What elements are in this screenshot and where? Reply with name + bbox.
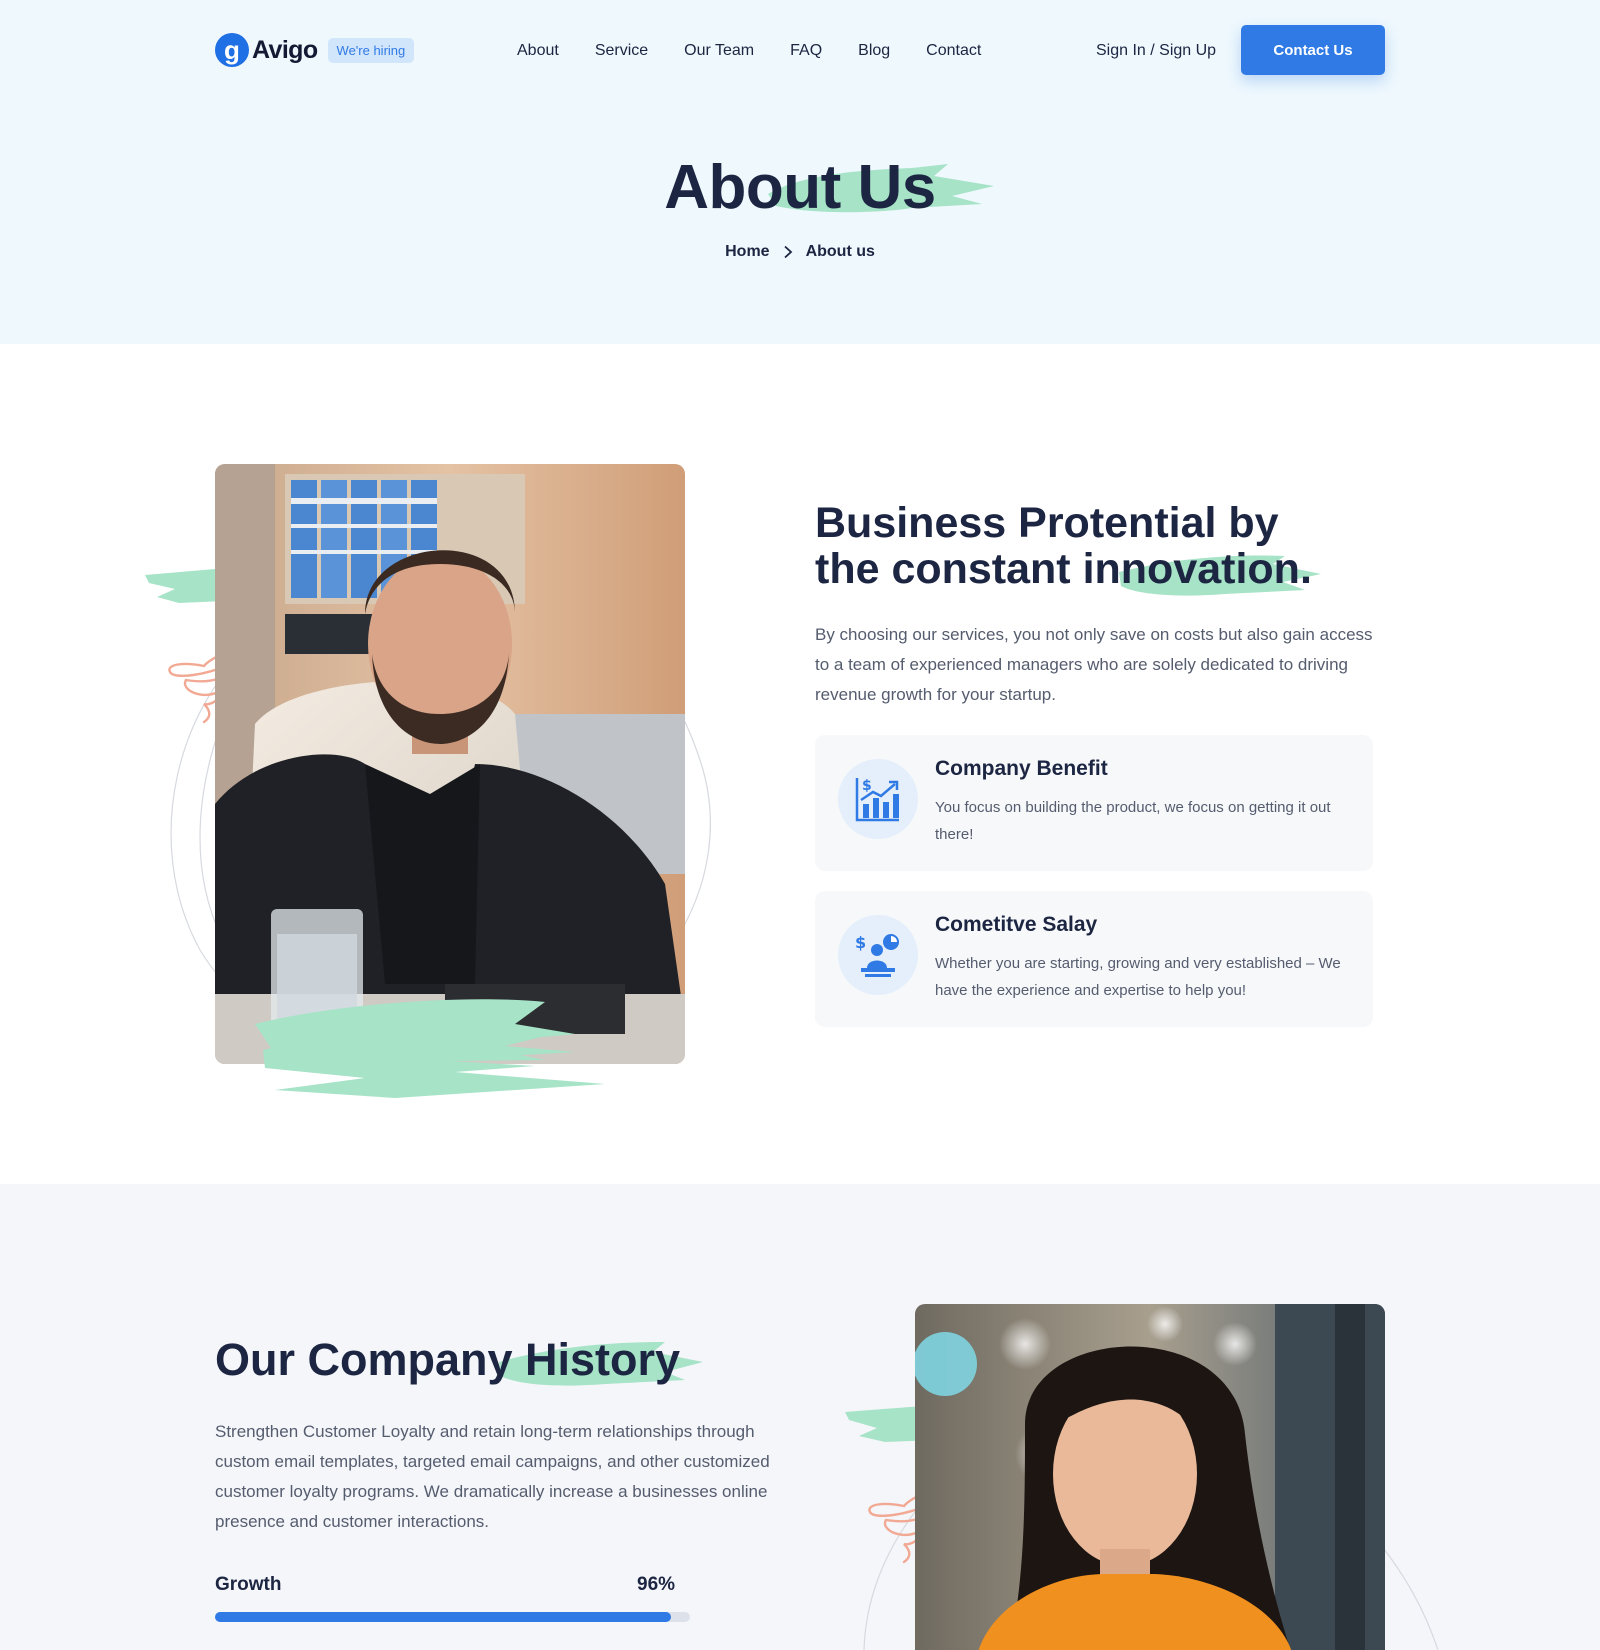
- benefit-card: $ Company Benefit You focus on building …: [815, 735, 1373, 871]
- salary-card: $ Cometitve Salay Whether you are starti…: [815, 891, 1373, 1027]
- about-description: By choosing our services, you not only s…: [815, 625, 1373, 704]
- nav-item-blog[interactable]: Blog: [858, 42, 890, 60]
- card-title: Cometitve Salay: [935, 913, 1098, 936]
- logo-name: Avigo: [252, 35, 318, 64]
- chevron-right-icon: [783, 245, 792, 259]
- about-photo: [215, 464, 685, 1064]
- nav-item-faq[interactable]: FAQ: [790, 42, 822, 60]
- growth-label: Growth: [215, 1574, 282, 1595]
- about-text-block: Business Protential by the constant inno…: [815, 500, 1375, 710]
- hiring-badge[interactable]: We're hiring: [327, 37, 415, 63]
- svg-text:$: $: [862, 778, 872, 794]
- brush-stroke-icon: [263, 1032, 605, 1098]
- breadcrumb-home[interactable]: Home: [725, 243, 769, 261]
- nav-item-contact[interactable]: Contact: [926, 42, 981, 60]
- brush-stroke-icon: [145, 569, 225, 603]
- contact-us-button[interactable]: Contact Us: [1241, 25, 1385, 75]
- nav-item-about[interactable]: About: [517, 42, 559, 60]
- about-heading-line2: the constant innovation.: [815, 545, 1312, 593]
- businessman-photo: [215, 464, 685, 1064]
- growth-value: 96%: [637, 1574, 676, 1595]
- card-text: Whether you are starting, growing and ve…: [935, 955, 1341, 999]
- hero-section: g Avigo We're hiring About Service Our T…: [0, 0, 1600, 344]
- card-text: You focus on building the product, we fo…: [935, 799, 1331, 843]
- signin-link[interactable]: Sign In / Sign Up: [1096, 42, 1216, 60]
- page-title: About Us: [664, 152, 995, 223]
- history-section: Our Company History Strengthen Customer …: [0, 1184, 1600, 1650]
- woman-photo: [915, 1304, 1385, 1650]
- about-heading: Business Protential by the constant inno…: [815, 499, 1375, 596]
- history-description: Strengthen Customer Loyalty and retain l…: [215, 1422, 770, 1531]
- breadcrumb-current: About us: [805, 243, 875, 260]
- nav-item-service[interactable]: Service: [595, 42, 648, 60]
- chart-growth-icon: $: [855, 778, 899, 822]
- history-photo: [915, 1304, 1385, 1650]
- logo[interactable]: g Avigo We're hiring: [215, 33, 415, 67]
- about-heading-line1: Business Protential by: [815, 499, 1279, 547]
- page-title-text: About Us: [664, 153, 936, 222]
- card-icon-circle: $: [838, 759, 918, 839]
- breadcrumb: Home About us: [0, 243, 1600, 261]
- main-nav: About Service Our Team FAQ Blog Contact: [517, 42, 1017, 60]
- growth-progress-fill: [215, 1612, 671, 1622]
- card-icon-circle: $: [838, 915, 918, 995]
- history-heading-text: Our Company History: [215, 1334, 681, 1385]
- history-heading: Our Company History: [215, 1334, 703, 1386]
- svg-text:$: $: [855, 933, 866, 952]
- card-title: Company Benefit: [935, 757, 1108, 780]
- hero-title-wrap: About Us: [0, 152, 1600, 223]
- nav-item-our-team[interactable]: Our Team: [684, 42, 754, 60]
- salary-person-icon: $: [855, 933, 899, 977]
- growth-progress-track: [215, 1612, 690, 1622]
- logo-mark-icon: g: [215, 33, 249, 67]
